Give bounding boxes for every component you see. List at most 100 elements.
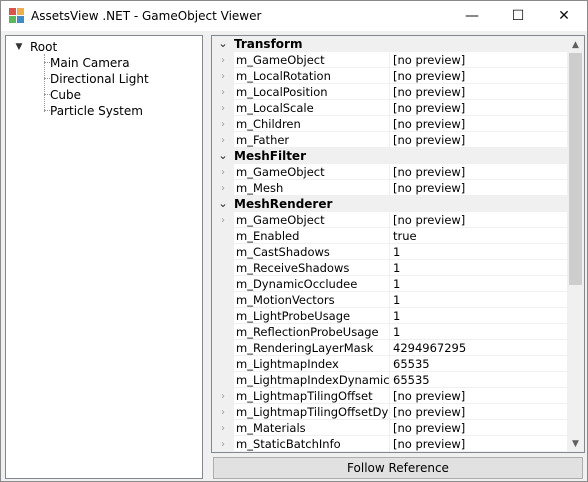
property-value[interactable]: [no preview] [390,180,568,196]
row-margin [212,260,234,276]
minimize-button[interactable]: — [449,1,495,31]
expand-chevron-icon[interactable]: › [212,52,234,68]
vertical-scrollbar[interactable]: ▲ ▼ [567,36,584,452]
app-icon [9,8,25,24]
category-label: MeshRenderer [234,196,333,211]
expand-chevron-icon[interactable]: › [212,100,234,116]
property-row[interactable]: m_RenderingLayerMask 4294967295 [212,340,568,356]
property-row[interactable]: ›m_LightmapTilingOffsetDynamic[no previe… [212,404,568,420]
property-row[interactable]: › m_GameObject [no preview] [212,212,568,228]
expand-chevron-icon[interactable]: › [212,84,234,100]
property-value[interactable]: [no preview] [390,436,568,452]
category-label: Transform [234,36,303,51]
property-row[interactable]: m_ReceiveShadows 1 [212,260,568,276]
property-row[interactable]: m_LightmapIndex 65535 [212,356,568,372]
property-value[interactable]: [no preview] [390,388,568,404]
property-row[interactable]: › m_LocalPosition [no preview] [212,84,568,100]
property-row[interactable]: m_MotionVectors 1 [212,292,568,308]
expand-chevron-icon[interactable]: › [212,68,234,84]
tree-node-cube[interactable]: Cube [50,87,81,103]
property-value[interactable]: true [390,228,568,244]
expand-chevron-icon[interactable]: › [212,116,234,132]
property-value[interactable]: 1 [390,260,568,276]
maximize-button[interactable]: ☐ [495,1,541,31]
property-value[interactable]: 4294967295 [390,340,568,356]
property-row[interactable]: › m_Children [no preview] [212,116,568,132]
property-row[interactable]: m_LightProbeUsage 1 [212,308,568,324]
property-name: m_GameObject [234,52,390,68]
title-bar[interactable]: AssetsView .NET - GameObject Viewer — ☐ … [1,1,587,31]
expand-chevron-icon[interactable]: › [212,180,234,196]
property-name: m_LightmapIndexDynamic [234,372,390,388]
expand-chevron-icon[interactable]: › [212,388,234,404]
property-row[interactable]: › m_GameObject [no preview] [212,164,568,180]
property-value[interactable]: 65535 [390,356,568,372]
collapse-chevron-icon[interactable]: ⌄ [212,37,234,50]
expand-chevron-icon[interactable]: › [212,132,234,148]
property-row[interactable]: › m_Mesh [no preview] [212,180,568,196]
property-row[interactable]: › m_LightmapTilingOffset [no preview] [212,388,568,404]
property-row[interactable]: › m_LocalScale [no preview] [212,100,568,116]
category-row[interactable]: ⌄ MeshFilter [212,148,568,164]
expand-chevron-icon[interactable]: › [212,212,234,228]
property-name: m_Father [234,132,390,148]
property-value[interactable]: [no preview] [390,420,568,436]
property-value[interactable]: 1 [390,292,568,308]
property-value[interactable]: 1 [390,324,568,340]
property-row[interactable]: m_LightmapIndexDynamic 65535 [212,372,568,388]
collapse-toggle-icon[interactable]: ▼ [14,42,24,52]
property-value[interactable]: [no preview] [390,404,568,420]
tree-node-main-camera[interactable]: Main Camera [50,55,130,71]
property-row[interactable]: m_Enabled true [212,228,568,244]
property-value[interactable]: [no preview] [390,84,568,100]
property-row[interactable]: › m_Father [no preview] [212,132,568,148]
property-name: m_LocalScale [234,100,390,116]
property-row[interactable]: › m_StaticBatchInfo [no preview] [212,436,568,452]
collapse-chevron-icon[interactable]: ⌄ [212,197,234,210]
property-value[interactable]: [no preview] [390,68,568,84]
property-grid[interactable]: ⌄ Transform › m_GameObject [no preview] › m_Lo… [211,35,585,453]
row-margin [212,356,234,372]
expand-chevron-icon[interactable]: › [212,164,234,180]
property-row[interactable]: m_CastShadows 1 [212,244,568,260]
property-value[interactable]: [no preview] [390,116,568,132]
scrollbar-thumb[interactable] [569,53,582,285]
property-value[interactable]: [no preview] [390,52,568,68]
expand-chevron-icon[interactable]: › [212,436,234,452]
property-name: m_GameObject [234,212,390,228]
category-label: MeshFilter [234,148,306,163]
scroll-up-arrow-icon[interactable]: ▲ [567,36,584,53]
close-button[interactable]: ✕ [541,1,587,31]
property-row[interactable]: m_ReflectionProbeUsage 1 [212,324,568,340]
tree-node-root[interactable]: Root [30,39,57,55]
category-row[interactable]: ⌄ MeshRenderer [212,196,568,212]
property-value[interactable]: [no preview] [390,164,568,180]
property-value[interactable]: 1 [390,276,568,292]
property-value[interactable]: 1 [390,308,568,324]
expand-chevron-icon[interactable]: › [212,420,234,436]
property-row[interactable]: › m_Materials [no preview] [212,420,568,436]
tree-node-directional-light[interactable]: Directional Light [50,71,149,87]
property-name: m_LightmapTilingOffsetDynamic [234,404,390,420]
property-row[interactable]: › m_GameObject [no preview] [212,52,568,68]
follow-reference-button[interactable]: Follow Reference [213,457,583,479]
property-value[interactable]: [no preview] [390,132,568,148]
collapse-chevron-icon[interactable]: ⌄ [212,149,234,162]
property-name: m_Materials [234,420,390,436]
category-row[interactable]: ⌄ Transform [212,36,568,52]
property-value[interactable]: 1 [390,244,568,260]
property-name: m_LocalRotation [234,68,390,84]
row-margin [212,228,234,244]
hierarchy-tree[interactable]: ▼ Root Main Camera Directional Light Cub… [5,35,203,479]
property-name: m_ReflectionProbeUsage [234,324,390,340]
scroll-down-arrow-icon[interactable]: ▼ [567,435,584,452]
property-value[interactable]: [no preview] [390,212,568,228]
property-row[interactable]: › m_LocalRotation [no preview] [212,68,568,84]
property-row[interactable]: m_DynamicOccludee 1 [212,276,568,292]
expand-chevron-icon[interactable]: › [212,404,234,420]
tree-node-particle-system[interactable]: Particle System [50,103,143,119]
tree-node-label: Main Camera [50,56,130,70]
property-value[interactable]: 65535 [390,372,568,388]
tree-node-label: Cube [50,88,81,102]
property-value[interactable]: [no preview] [390,100,568,116]
